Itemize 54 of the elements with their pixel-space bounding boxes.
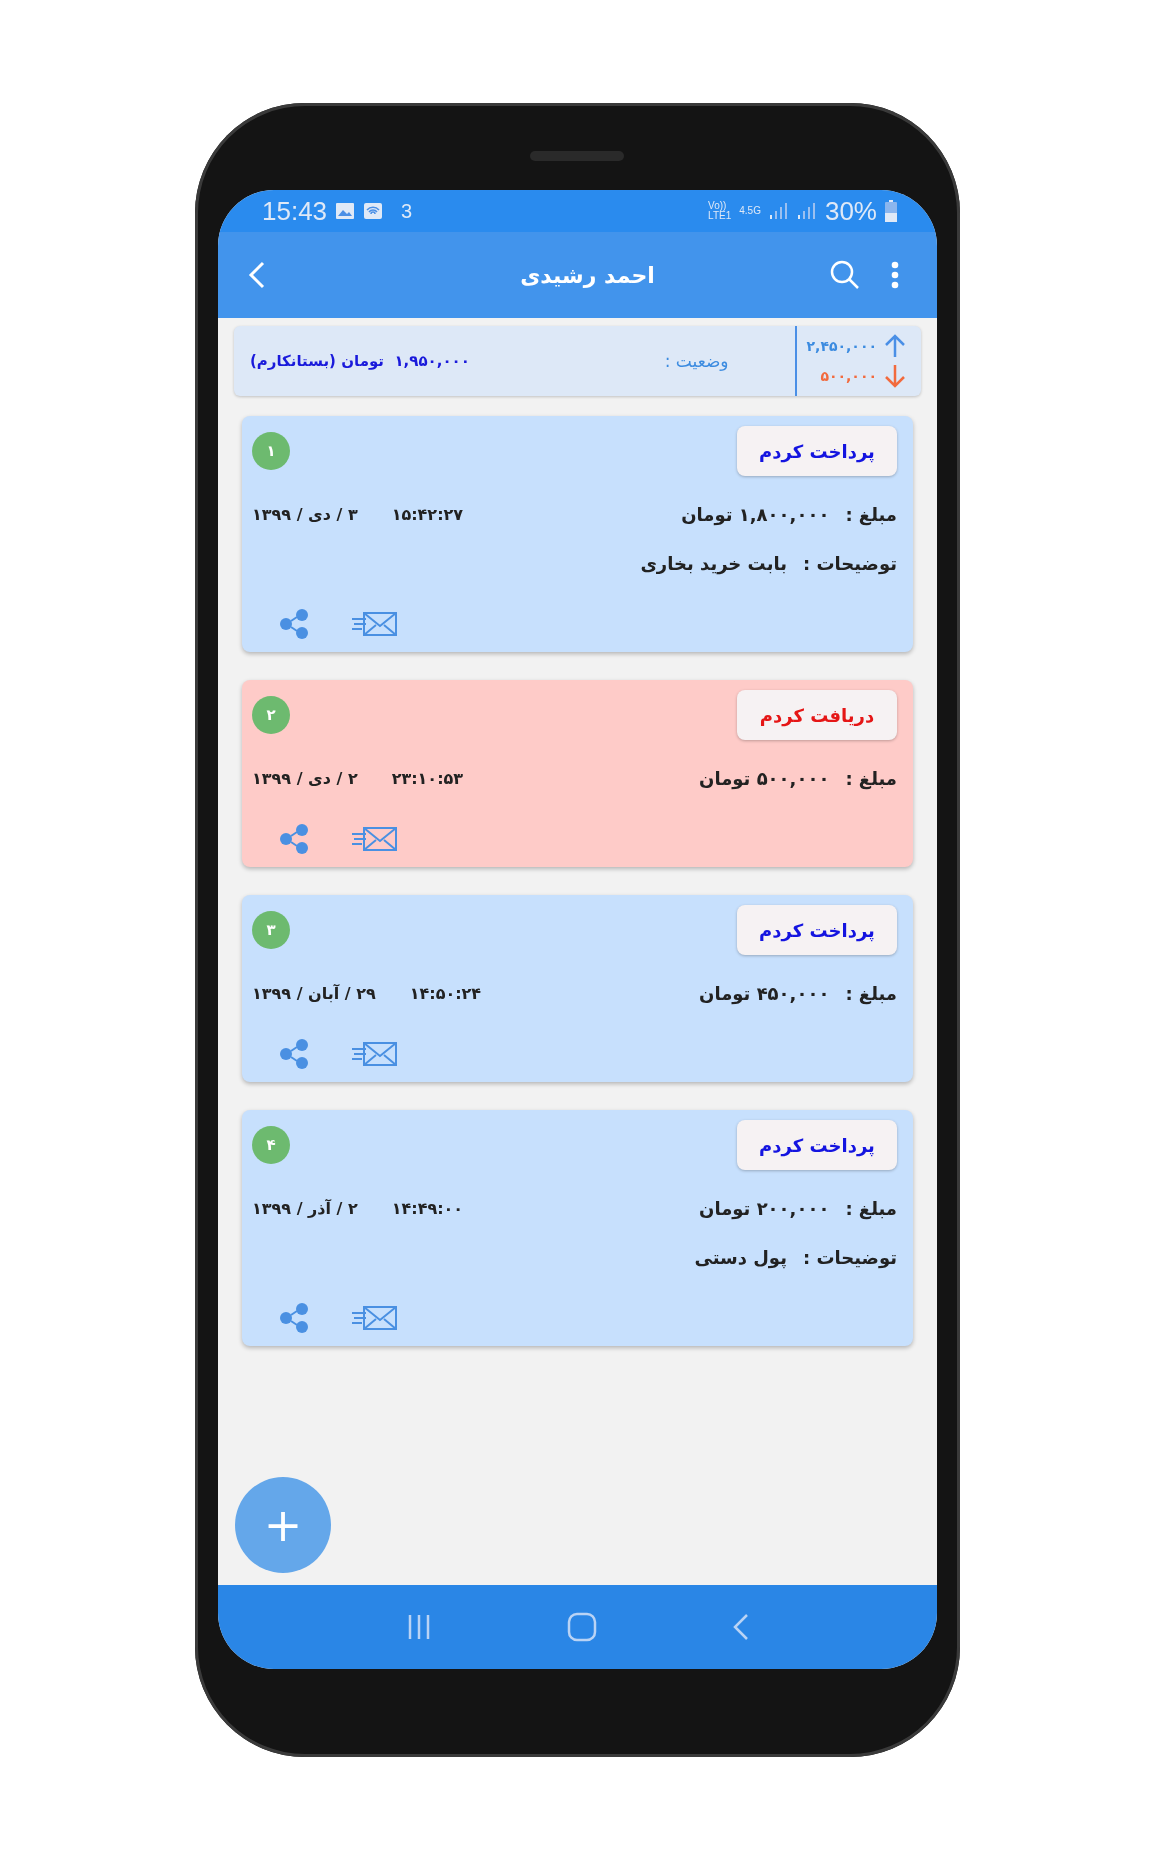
contact-name-title: احمد رشیدی — [519, 262, 656, 288]
send-email-button[interactable] — [352, 826, 398, 852]
description-value: پول دستی — [694, 1247, 787, 1268]
transaction-date: ۲۹ / آبان / ۱۳۹۹ — [252, 984, 376, 1003]
arrow-up-icon — [883, 333, 907, 359]
description-label: توضیحات : — [802, 1247, 897, 1268]
clock: 15:43 — [262, 195, 328, 227]
description-label: توضیحات : — [802, 553, 897, 574]
index-badge: ۴ — [252, 1126, 290, 1164]
send-email-button[interactable] — [352, 1041, 398, 1067]
amount-value: ۵۰۰,۰۰۰ تومان — [699, 768, 830, 789]
notification-count: 3 — [401, 199, 413, 223]
transaction-date: ۲ / دی / ۱۳۹۹ — [252, 769, 358, 788]
amount-label: مبلغ : — [845, 1198, 897, 1219]
back-button[interactable] — [248, 261, 266, 289]
amount-value: ۲۰۰,۰۰۰ تومان — [699, 1198, 830, 1219]
transaction-type-button[interactable]: پرداخت کردم — [737, 905, 897, 955]
image-icon — [335, 202, 356, 220]
search-button[interactable] — [829, 259, 861, 291]
transaction-time: ۱۴:۵۰:۲۴ — [409, 984, 482, 1003]
index-badge: ۳ — [252, 911, 290, 949]
send-email-button[interactable] — [352, 611, 398, 637]
signal-icon — [796, 202, 817, 220]
battery-percent: 30% — [824, 195, 877, 227]
total-paid: ۲,۴۵۰,۰۰۰ — [806, 338, 877, 354]
wifi-icon — [363, 202, 384, 220]
amount-label: مبلغ : — [845, 768, 897, 789]
transaction-type-button[interactable]: دریافت کردم — [737, 690, 897, 740]
status-label: وضعیت : — [664, 351, 729, 371]
transaction-type-button[interactable]: پرداخت کردم — [737, 1120, 897, 1170]
transaction-time: ۱۵:۴۲:۲۷ — [391, 505, 464, 524]
description-value: بابت خرید بخاری — [640, 553, 787, 574]
amount-label: مبلغ : — [845, 504, 897, 525]
index-badge: ۲ — [252, 696, 290, 734]
total-received: ۵۰۰,۰۰۰ — [820, 368, 877, 384]
battery-icon — [885, 200, 897, 222]
volte-label: Vo)) LTE1 — [708, 201, 732, 221]
amount-value: ۴۵۰,۰۰۰ تومان — [699, 983, 830, 1004]
more-menu-button[interactable] — [891, 261, 899, 289]
transaction-date: ۳ / دی / ۱۳۹۹ — [252, 505, 358, 524]
signal-icon — [768, 202, 789, 220]
amount-label: مبلغ : — [845, 983, 897, 1004]
index-badge: ۱ — [252, 432, 290, 470]
amount-value: ۱,۸۰۰,۰۰۰ تومان — [681, 504, 830, 525]
network-label: 4.5G — [739, 206, 761, 216]
transaction-type-button[interactable]: پرداخت کردم — [737, 426, 897, 476]
transaction-date: ۲ / آذر / ۱۳۹۹ — [252, 1199, 358, 1218]
transaction-time: ۲۳:۱۰:۵۳ — [391, 769, 464, 788]
home-icon[interactable] — [567, 1612, 598, 1642]
arrow-down-icon — [883, 363, 907, 389]
send-email-button[interactable] — [352, 1305, 398, 1331]
status-value: ۱,۹۵۰,۰۰۰ تومان (بستانکارم) — [250, 352, 470, 370]
transaction-time: ۱۴:۴۹:۰۰ — [391, 1199, 464, 1218]
back-icon[interactable] — [731, 1613, 750, 1641]
